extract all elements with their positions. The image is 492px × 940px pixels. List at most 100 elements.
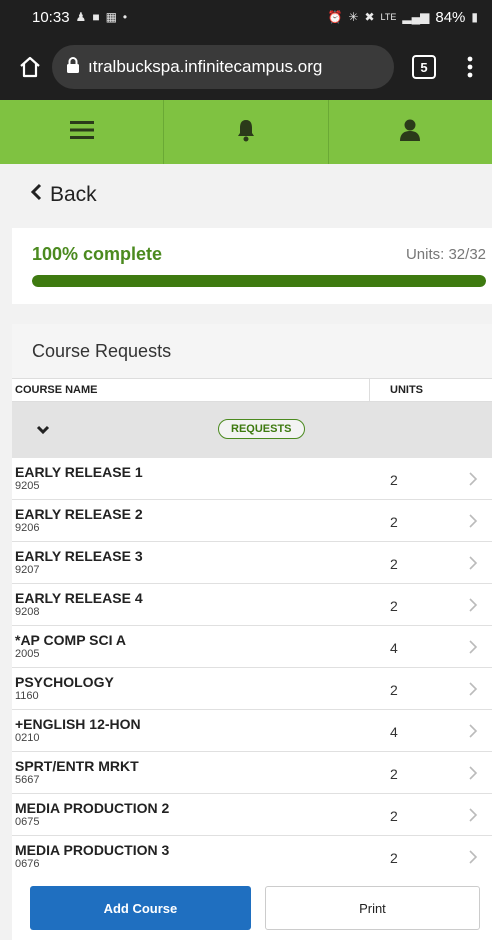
battery-icon: ▮ (471, 10, 478, 24)
chevron-right-icon[interactable] (468, 471, 478, 492)
progress-label: 100% complete (32, 244, 163, 264)
table-row[interactable]: MEDIA PRODUCTION 2 0675 2 (12, 794, 492, 836)
course-info: EARLY RELEASE 4 9208 (12, 590, 382, 619)
home-icon[interactable] (18, 55, 42, 79)
course-code: 1160 (15, 690, 39, 702)
course-info: PSYCHOLOGY 1160 (12, 674, 382, 703)
units-label: Units: 32/32 (405, 246, 486, 263)
table-row[interactable]: SPRT/ENTR MRKT 5667 2 (12, 752, 492, 794)
table-row[interactable]: EARLY RELEASE 2 9206 2 (12, 500, 492, 542)
course-units: 4 (390, 640, 398, 656)
column-header-course-name: COURSE NAME (12, 379, 370, 401)
course-name: EARLY RELEASE 3 (15, 548, 143, 564)
course-units: 4 (390, 724, 398, 740)
chevron-right-icon[interactable] (468, 723, 478, 744)
app-nav-bar (0, 100, 492, 164)
course-info: *AP COMP SCI A 2005 (12, 632, 382, 661)
signal-icon: ▂▄▆ (402, 10, 430, 24)
address-bar[interactable]: ıtralbuckspa.infinitecampus.org (52, 45, 394, 89)
bluetooth-icon: ✳ (348, 10, 359, 24)
course-info: EARLY RELEASE 1 9205 (12, 464, 382, 493)
alarm-icon: ⏰ (327, 10, 343, 24)
chevron-right-icon[interactable] (468, 765, 478, 786)
status-bar: 10:33 ♟ ■ ▦ • ⏰ ✳ ✖ LTE ▂▄▆ 84% ▮ (0, 0, 492, 34)
course-name: EARLY RELEASE 4 (15, 590, 143, 606)
chevron-right-icon[interactable] (468, 555, 478, 576)
progress-bar (32, 275, 486, 287)
course-name: SPRT/ENTR MRKT (15, 758, 139, 774)
chevron-right-icon[interactable] (468, 513, 478, 534)
column-header-units: UNITS (390, 384, 423, 396)
more-menu-icon[interactable] (458, 55, 482, 79)
nav-profile[interactable] (329, 100, 492, 164)
course-units: 2 (390, 766, 398, 782)
course-name: MEDIA PRODUCTION 2 (15, 800, 170, 816)
course-code: 9205 (15, 480, 40, 492)
requests-group-row[interactable]: REQUESTS (12, 402, 492, 458)
course-info: EARLY RELEASE 3 9207 (12, 548, 382, 577)
url-text: ıtralbuckspa.infinitecampus.org (88, 57, 323, 76)
chevron-right-icon[interactable] (468, 639, 478, 660)
table-row[interactable]: PSYCHOLOGY 1160 2 (12, 668, 492, 710)
course-code: 0676 (15, 858, 40, 870)
course-info: MEDIA PRODUCTION 3 0676 (12, 842, 382, 871)
chevron-right-icon[interactable] (468, 597, 478, 618)
table-header: COURSE NAME UNITS (12, 378, 492, 402)
course-code: 5667 (15, 774, 40, 786)
course-name: EARLY RELEASE 2 (15, 506, 143, 522)
progress-card: 100% complete Units: 32/32 (12, 228, 492, 304)
user-icon (398, 118, 422, 147)
table-row[interactable]: *AP COMP SCI A 2005 4 (12, 626, 492, 668)
table-row[interactable]: EARLY RELEASE 1 9205 2 (12, 458, 492, 500)
course-info: MEDIA PRODUCTION 2 0675 (12, 800, 382, 829)
course-units: 2 (390, 682, 398, 698)
menu-icon (69, 120, 94, 145)
course-info: SPRT/ENTR MRKT 5667 (12, 758, 382, 787)
back-link[interactable]: Back (0, 164, 492, 226)
bottom-action-bar: Add Course Print (12, 876, 492, 940)
course-code: 0210 (15, 732, 40, 744)
course-code: 9207 (15, 564, 40, 576)
section-title: Course Requests (12, 324, 492, 378)
progress-fill (32, 275, 486, 287)
course-name: EARLY RELEASE 1 (15, 464, 143, 480)
chevron-right-icon[interactable] (468, 681, 478, 702)
dot-icon: • (122, 10, 128, 24)
chevron-down-icon[interactable] (36, 422, 50, 440)
course-code: 9206 (15, 522, 40, 534)
course-code: 2005 (15, 648, 40, 660)
course-code: 0675 (15, 816, 40, 828)
chevron-left-icon (30, 183, 50, 207)
chevron-right-icon[interactable] (468, 807, 478, 828)
course-units: 2 (390, 556, 398, 572)
course-info: +ENGLISH 12-HON 0210 (12, 716, 382, 745)
lock-icon (66, 56, 80, 78)
nav-menu[interactable] (0, 100, 165, 164)
course-units: 2 (390, 514, 398, 530)
clock: 10:33 (32, 8, 70, 26)
table-row[interactable]: EARLY RELEASE 3 9207 2 (12, 542, 492, 584)
message-icon: ■ (92, 10, 100, 24)
table-row[interactable]: +ENGLISH 12-HON 0210 4 (12, 710, 492, 752)
back-label: Back (50, 183, 97, 206)
course-name: *AP COMP SCI A (15, 632, 126, 648)
add-course-button[interactable]: Add Course (30, 886, 251, 930)
lte-icon: LTE (380, 12, 397, 22)
tab-count-button[interactable]: 5 (412, 55, 436, 79)
screen: 10:33 ♟ ■ ▦ • ⏰ ✳ ✖ LTE ▂▄▆ 84% ▮ ıtralb… (0, 0, 492, 940)
table-row[interactable]: EARLY RELEASE 4 9208 2 (12, 584, 492, 626)
course-units: 2 (390, 472, 398, 488)
table-row[interactable]: MEDIA PRODUCTION 3 0676 2 (12, 836, 492, 878)
browser-toolbar: ıtralbuckspa.infinitecampus.org 5 (0, 34, 492, 100)
mute-icon: ✖ (364, 10, 375, 24)
nav-notifications[interactable] (164, 100, 329, 164)
course-name: MEDIA PRODUCTION 3 (15, 842, 170, 858)
course-units: 2 (390, 598, 398, 614)
course-name: PSYCHOLOGY (15, 674, 114, 690)
app-icon: ▦ (105, 10, 117, 24)
chevron-right-icon[interactable] (468, 849, 478, 870)
print-button[interactable]: Print (264, 886, 480, 930)
course-units: 2 (390, 850, 398, 866)
notification-icon: ♟ (75, 10, 87, 24)
bell-icon (236, 118, 256, 147)
